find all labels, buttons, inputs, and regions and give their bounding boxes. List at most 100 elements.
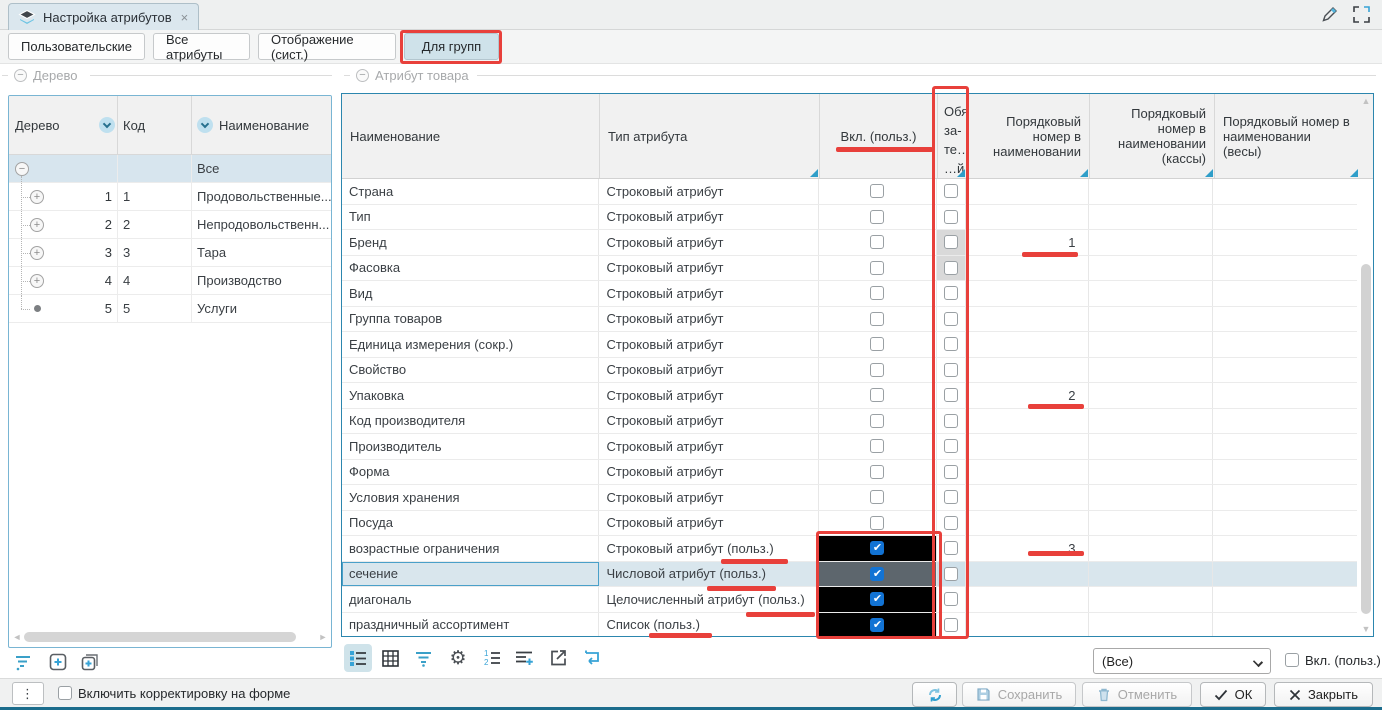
required-checkbox[interactable] — [943, 490, 958, 505]
required-checkbox[interactable] — [943, 388, 958, 403]
scroll-left-icon[interactable]: ◄ — [12, 632, 22, 642]
table-row[interactable]: праздничный ассортимент Список (польз.) ✔ — [342, 612, 1357, 636]
incl-checkbox[interactable] — [870, 235, 885, 250]
add-multiple-button[interactable] — [76, 648, 104, 676]
incl-checkbox[interactable] — [870, 490, 885, 505]
table-row[interactable]: Форма Строковый атрибут — [342, 459, 1357, 485]
table-row[interactable]: Страна Строковый атрибут — [342, 179, 1357, 205]
refresh-button[interactable] — [912, 682, 957, 707]
incl-checkbox[interactable] — [870, 337, 885, 352]
incl-checkbox[interactable] — [870, 260, 885, 275]
incl-checkbox[interactable] — [870, 311, 885, 326]
scroll-up-icon[interactable]: ▲ — [1361, 96, 1371, 106]
table-row[interactable]: Производитель Строковый атрибут — [342, 434, 1357, 460]
tab-user-attributes[interactable]: Пользовательские — [8, 33, 145, 60]
ordered-list-button[interactable]: 1 2 — [478, 644, 506, 672]
required-checkbox[interactable] — [943, 362, 958, 377]
col-header-type[interactable]: Тип атрибута — [600, 94, 820, 178]
required-checkbox[interactable] — [943, 439, 958, 454]
scroll-down-icon[interactable]: ▼ — [1361, 624, 1371, 634]
col-header-ordinal-name[interactable]: Порядковый номер в наименовании — [967, 94, 1090, 178]
table-row[interactable]: Единица измерения (сокр.) Строковый атриб… — [342, 332, 1357, 358]
expand-node-icon[interactable]: + — [30, 273, 44, 288]
expand-node-icon[interactable]: + — [30, 217, 44, 232]
settings-gear-button[interactable]: ⚙ — [444, 644, 472, 672]
grid-view-button[interactable] — [376, 644, 404, 672]
table-row[interactable]: Группа товаров Строковый атрибут — [342, 306, 1357, 332]
table-row[interactable]: Свойство Строковый атрибут — [342, 357, 1357, 383]
add-button[interactable] — [44, 648, 72, 676]
required-checkbox[interactable] — [943, 617, 958, 632]
required-checkbox[interactable] — [943, 184, 958, 199]
ok-button[interactable]: ОК — [1200, 682, 1266, 707]
document-tab[interactable]: Настройка атрибутов × — [8, 3, 200, 30]
tree-row[interactable]: +2 2 Непродовольственн... — [9, 211, 331, 239]
incl-checkbox[interactable] — [870, 515, 885, 530]
table-row[interactable]: возрастные ограничения Строковый атрибут … — [342, 536, 1357, 562]
reload-button[interactable] — [578, 644, 606, 672]
sort-icon[interactable] — [197, 117, 213, 133]
table-row[interactable]: Тип Строковый атрибут — [342, 204, 1357, 230]
required-checkbox[interactable] — [943, 337, 958, 352]
incl-checkbox[interactable] — [870, 209, 885, 224]
collapse-icon[interactable]: − — [14, 69, 27, 82]
scrollbar-thumb[interactable] — [1361, 264, 1371, 614]
incl-checkbox[interactable] — [870, 362, 885, 377]
table-row[interactable]: Код производителя Строковый атрибут — [342, 408, 1357, 434]
expand-node-icon[interactable]: + — [30, 245, 44, 260]
required-checkbox[interactable] — [943, 464, 958, 479]
incl-checkbox[interactable] — [870, 439, 885, 454]
incl-checkbox[interactable] — [870, 464, 885, 479]
tab-display-system[interactable]: Отображение (сист.) — [258, 32, 396, 62]
code-column-header[interactable]: Код — [118, 96, 192, 154]
col-header-name[interactable]: Наименование — [342, 94, 600, 178]
filter-dropdown[interactable]: (Все) — [1093, 648, 1271, 674]
expand-node-icon[interactable]: + — [30, 189, 44, 204]
incl-checkbox[interactable] — [870, 413, 885, 428]
save-button[interactable]: Сохранить — [962, 682, 1076, 707]
tree-filter-button[interactable] — [10, 648, 38, 676]
incl-checkbox[interactable]: ✔ — [870, 592, 885, 607]
tree-horizontal-scrollbar[interactable]: ◄ ► — [12, 630, 328, 644]
required-checkbox[interactable] — [943, 311, 958, 326]
scroll-right-icon[interactable]: ► — [318, 632, 328, 642]
required-checkbox[interactable] — [943, 286, 958, 301]
tree-row[interactable]: +3 3 Тара — [9, 239, 331, 267]
more-menu-button[interactable]: ⋮ — [12, 682, 44, 705]
required-checkbox[interactable] — [943, 515, 958, 530]
attributes-vertical-scrollbar[interactable]: ▲ ▼ — [1359, 94, 1373, 636]
incl-checkbox[interactable] — [870, 286, 885, 301]
edit-pencil-icon[interactable] — [1320, 5, 1339, 24]
tree-row[interactable]: +1 1 Продовольственные... — [9, 183, 331, 211]
required-checkbox[interactable] — [943, 592, 958, 607]
incl-checkbox[interactable]: ✔ — [870, 617, 885, 632]
col-header-ordinal-scales[interactable]: Порядковый номер в наименовании (весы) — [1215, 94, 1359, 178]
table-row[interactable]: диагональ Целочисленный атрибут (польз.) ✔ — [342, 587, 1357, 613]
required-checkbox[interactable] — [943, 209, 958, 224]
required-checkbox[interactable] — [943, 566, 958, 581]
incl-checkbox[interactable]: ✔ — [870, 541, 885, 556]
table-row[interactable]: Фасовка Строковый атрибут — [342, 255, 1357, 281]
table-row[interactable]: Условия хранения Строковый атрибут — [342, 485, 1357, 511]
table-row[interactable]: Упаковка Строковый атрибут 2 — [342, 383, 1357, 409]
cancel-button[interactable]: Отменить — [1082, 682, 1192, 707]
tab-close-icon[interactable]: × — [181, 10, 189, 25]
table-row[interactable]: Вид Строковый атрибут — [342, 281, 1357, 307]
tab-for-groups[interactable]: Для групп — [404, 33, 499, 60]
tree-row[interactable]: − Все — [9, 155, 331, 183]
adjust-on-form-checkbox[interactable] — [58, 686, 72, 700]
col-header-required[interactable]: Обя- за- те… …й — [938, 94, 967, 178]
table-row[interactable]: Посуда Строковый атрибут — [342, 510, 1357, 536]
col-header-incl[interactable]: Вкл. (польз.) — [820, 94, 938, 178]
col-header-ordinal-pos[interactable]: Порядковый номер в наименовании (кассы) — [1090, 94, 1215, 178]
tree-column-header[interactable]: Дерево — [9, 96, 118, 154]
tree-row[interactable]: 5 5 Услуги — [9, 295, 331, 323]
required-checkbox[interactable] — [943, 235, 958, 250]
incl-checkbox[interactable]: ✔ — [870, 566, 885, 581]
tree-row[interactable]: +4 4 Производство — [9, 267, 331, 295]
required-checkbox[interactable] — [943, 260, 958, 275]
tab-all-attributes[interactable]: Все атрибуты — [153, 32, 250, 62]
collapse-node-icon[interactable]: − — [15, 161, 29, 176]
table-row[interactable]: Бренд Строковый атрибут 1 — [342, 230, 1357, 256]
export-button[interactable] — [544, 644, 572, 672]
